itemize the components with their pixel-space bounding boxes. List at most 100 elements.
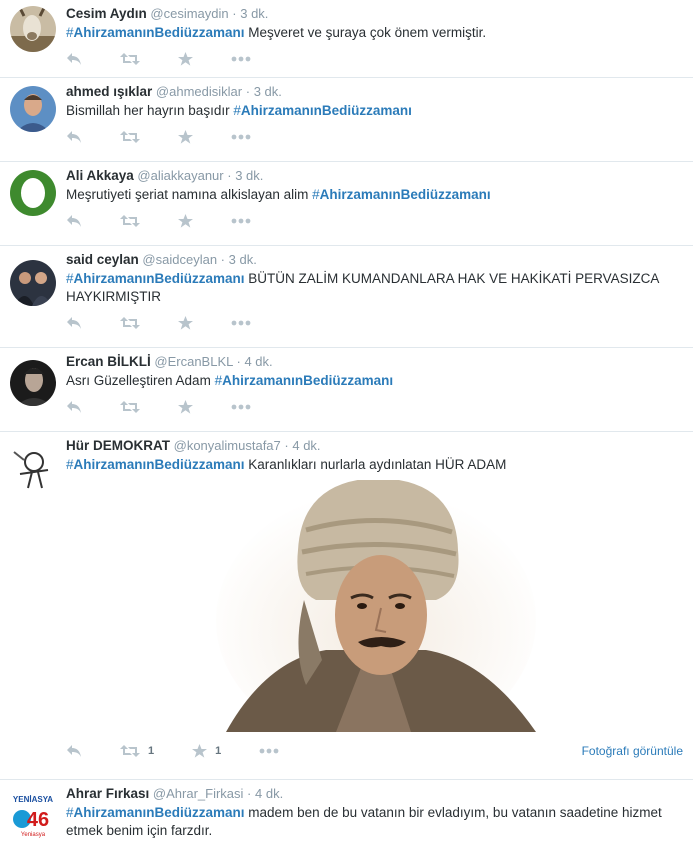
hashtag-link[interactable]: #AhirzamanınBediüzzamanı [66, 25, 245, 40]
more-icon [231, 218, 251, 224]
favorite-count: 1 [215, 745, 222, 757]
user-name[interactable]: said ceylan [66, 252, 139, 267]
hashtag-symbol: # [66, 25, 74, 40]
user-name[interactable]: ahmed ışıklar [66, 84, 152, 99]
hashtag-text: AhirzamanınBediüzzamanı [222, 373, 394, 388]
hashtag-link[interactable]: #AhirzamanınBediüzzamanı [233, 103, 412, 118]
tweet-actions [66, 124, 681, 150]
tweet[interactable]: Cesim Aydın @cesimaydin · 3 dk. #Ahirzam… [0, 0, 693, 78]
separator: · [227, 168, 232, 183]
timestamp[interactable]: 3 dk. [235, 168, 263, 183]
timestamp[interactable]: 3 dk. [229, 252, 257, 267]
reply-button[interactable] [66, 400, 82, 414]
retweet-count: 1 [148, 745, 155, 757]
tweet[interactable]: YENİASYA 46 Yeniasya Ahrar Fırkası @Ahrar_… [0, 780, 693, 849]
avatar[interactable]: YENİASYA 46 Yeniasya [10, 792, 56, 838]
more-icon [231, 404, 251, 410]
hashtag-text: AhirzamanınBediüzzamanı [73, 25, 245, 40]
tweet-actions [66, 46, 681, 72]
reply-icon [67, 401, 81, 413]
tweet[interactable]: Ercan BİLKLİ @ErcanBLKL · 4 dk. Asrı Güz… [0, 348, 693, 432]
favorite-icon [178, 316, 193, 330]
user-handle[interactable]: @saidceylan [142, 252, 217, 267]
user-handle[interactable]: @ErcanBLKL [154, 354, 232, 369]
avatar[interactable] [10, 170, 56, 216]
separator: · [247, 786, 252, 801]
favorite-button[interactable]: 1 [192, 744, 221, 758]
retweet-button[interactable] [120, 400, 140, 414]
more-button[interactable] [231, 134, 251, 140]
tweet[interactable]: said ceylan @saidceylan · 3 dk. #Ahirzam… [0, 246, 693, 348]
timestamp[interactable]: 4 dk. [255, 786, 283, 801]
reply-icon [67, 215, 81, 227]
retweet-button[interactable] [120, 52, 140, 66]
retweet-button[interactable] [120, 316, 140, 330]
hashtag-text: AhirzamanınBediüzzamanı [73, 805, 245, 820]
hashtag-link[interactable]: #AhirzamanınBediüzzamanı [215, 373, 394, 388]
favorite-button[interactable] [178, 214, 193, 228]
reply-button[interactable] [66, 52, 82, 66]
tweet-header: Ercan BİLKLİ @ErcanBLKL · 4 dk. [66, 354, 681, 370]
hashtag-link[interactable]: #AhirzamanınBediüzzamanı [312, 187, 491, 202]
tweet[interactable]: ahmed ışıklar @ahmedisiklar · 3 dk. Bism… [0, 78, 693, 162]
favorite-button[interactable] [178, 130, 193, 144]
user-handle[interactable]: @cesimaydin [150, 6, 228, 21]
favorite-button[interactable] [178, 400, 193, 414]
avatar[interactable] [10, 86, 56, 132]
user-name[interactable]: Hür DEMOKRAT [66, 438, 170, 453]
user-handle[interactable]: @aliakkayanur [137, 168, 223, 183]
svg-text:YENİASYA: YENİASYA [13, 795, 53, 804]
hashtag-link[interactable]: #AhirzamanınBediüzzamanı [66, 805, 245, 820]
tweet-text: #AhirzamanınBediüzzamanı BÜTÜN ZALİM KUM… [66, 270, 681, 306]
tweet-body: Bismillah her hayrın başıdır [66, 103, 234, 118]
favorite-icon [178, 400, 193, 414]
separator: · [284, 438, 289, 453]
hashtag-link[interactable]: #AhirzamanınBediüzzamanı [66, 457, 245, 472]
timestamp[interactable]: 3 dk. [254, 84, 282, 99]
user-name[interactable]: Ercan BİLKLİ [66, 354, 151, 369]
more-button[interactable] [259, 748, 279, 754]
avatar[interactable] [10, 6, 56, 52]
reply-button[interactable] [66, 214, 82, 228]
reply-button[interactable] [66, 130, 82, 144]
reply-icon [67, 745, 81, 757]
view-photo-link[interactable]: Fotoğrafı görüntüle [582, 744, 683, 758]
more-button[interactable] [231, 218, 251, 224]
tweet-text: #AhirzamanınBediüzzamanı Karanlıkları nu… [66, 456, 681, 474]
avatar[interactable] [10, 360, 56, 406]
tweet-body: Asrı Güzelleştiren Adam [66, 373, 215, 388]
tweet-photo[interactable] [66, 478, 683, 750]
more-button[interactable] [231, 404, 251, 410]
avatar[interactable] [10, 444, 56, 490]
timestamp[interactable]: 4 dk. [292, 438, 320, 453]
user-name[interactable]: Cesim Aydın [66, 6, 147, 21]
hashtag-link[interactable]: #AhirzamanınBediüzzamanı [66, 271, 245, 286]
user-handle[interactable]: @Ahrar_Firkasi [153, 786, 244, 801]
retweet-button[interactable]: 1 [120, 744, 154, 758]
reply-button[interactable] [66, 316, 82, 330]
avatar[interactable] [10, 260, 56, 306]
hashtag-symbol: # [214, 373, 223, 388]
tweet[interactable]: Ali Akkaya @aliakkayanur · 3 dk. Meşruti… [0, 162, 693, 246]
user-name[interactable]: Ali Akkaya [66, 168, 134, 183]
more-button[interactable] [231, 320, 251, 326]
timestamp[interactable]: 4 dk. [244, 354, 272, 369]
favorite-icon [192, 744, 208, 758]
reply-button[interactable] [66, 744, 82, 758]
timeline: Cesim Aydın @cesimaydin · 3 dk. #Ahirzam… [0, 0, 693, 849]
tweet-header: said ceylan @saidceylan · 3 dk. [66, 252, 681, 268]
more-button[interactable] [231, 56, 251, 62]
retweet-button[interactable] [120, 130, 140, 144]
timestamp[interactable]: 3 dk. [240, 6, 268, 21]
reply-icon [67, 53, 81, 65]
tweet[interactable]: Hür DEMOKRAT @konyalimustafa7 · 4 dk. #A… [0, 432, 693, 780]
favorite-button[interactable] [178, 316, 193, 330]
user-handle[interactable]: @konyalimustafa7 [174, 438, 281, 453]
hashtag-text: AhirzamanınBediüzzamanı [319, 187, 491, 202]
retweet-button[interactable] [120, 214, 140, 228]
user-name[interactable]: Ahrar Fırkası [66, 786, 149, 801]
tweet-body: Meşrutiyeti şeriat namına alkislayan ali… [66, 187, 313, 202]
favorite-button[interactable] [178, 52, 193, 66]
retweet-icon [120, 401, 140, 413]
user-handle[interactable]: @ahmedisiklar [156, 84, 242, 99]
